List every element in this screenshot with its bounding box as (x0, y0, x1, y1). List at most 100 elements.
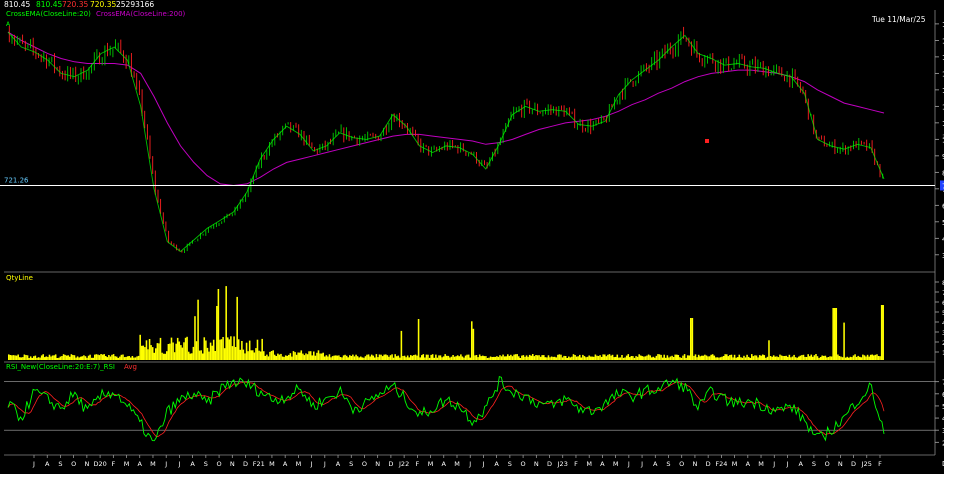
volume-bar (619, 357, 622, 360)
volume-bar (541, 355, 543, 360)
volume-bar (23, 354, 26, 360)
volume-bar (657, 354, 659, 360)
volume-bar (666, 355, 669, 360)
volume-bar (488, 357, 490, 360)
volume-bar (406, 355, 409, 360)
volume-bar (862, 354, 864, 360)
volume-bar (569, 357, 572, 360)
volume-bar (718, 357, 720, 360)
volume-bar (654, 357, 656, 360)
volume-bar (15, 355, 18, 360)
volume-bar (42, 354, 44, 360)
time-tick-label: J23 (557, 460, 568, 468)
volume-bar (233, 336, 235, 360)
volume-bar (508, 355, 511, 360)
volume-bar (818, 357, 820, 360)
volume-bar (815, 354, 817, 360)
volume-bar (882, 305, 884, 360)
volume-bar (28, 358, 30, 360)
volume-bar (649, 355, 651, 360)
volume-bar (480, 356, 482, 360)
volume-bar (294, 352, 296, 360)
volume-bar (395, 356, 398, 360)
time-tick-label: J (640, 460, 643, 468)
volume-bar (808, 356, 811, 360)
volume-bar (145, 340, 148, 360)
volume-bar (219, 339, 221, 360)
volume-bar (248, 340, 251, 360)
volume-bar (525, 355, 528, 360)
volume-bar (650, 357, 653, 360)
volume-bar (827, 357, 830, 360)
volume-bar (768, 340, 770, 360)
volume-bar (120, 354, 123, 360)
volume-bar (824, 355, 827, 360)
price-marker-dot (705, 139, 709, 143)
time-tick-label: J (310, 460, 313, 468)
volume-bar (352, 354, 354, 360)
volume-bar (621, 355, 623, 360)
time-tick-label: M (124, 460, 130, 468)
volume-bar (245, 342, 248, 360)
volume-bar (377, 357, 379, 360)
volume-bar (161, 352, 163, 360)
chart-canvas[interactable]: 810.45 810.45 720.35 720.35 25293166 Cro… (0, 0, 980, 474)
volume-bar (749, 357, 752, 360)
volume-bar (416, 355, 418, 360)
volume-bar (191, 353, 193, 360)
volume-bar (216, 306, 218, 360)
volume-bar (521, 355, 523, 360)
volume-bar (533, 356, 536, 360)
time-tick-label: O (825, 460, 830, 468)
volume-bar (111, 354, 113, 360)
time-tick-label: J (786, 460, 789, 468)
volume-bar (729, 355, 731, 360)
volume-bar (247, 351, 249, 360)
volume-bar (261, 338, 263, 360)
volume-bar (765, 357, 767, 360)
volume-bar (133, 357, 135, 360)
volume-bar (358, 357, 360, 360)
volume-bar (685, 357, 687, 360)
volume-bar (449, 357, 451, 360)
volume-bar (555, 357, 558, 360)
volume-bar (450, 356, 453, 360)
time-tick-label: M (428, 460, 434, 468)
volume-bar (410, 355, 412, 360)
volume-bar (195, 341, 198, 360)
volume-bar (374, 357, 376, 360)
volume-bar (225, 286, 227, 360)
volume-bar (463, 357, 465, 360)
time-tick-label: A (45, 460, 50, 468)
volume-bar (544, 357, 547, 360)
volume-bar (704, 354, 706, 360)
volume-bar (442, 356, 445, 360)
time-tick-label: M (269, 460, 275, 468)
volume-bar (97, 354, 99, 360)
volume-bar (62, 354, 65, 360)
volume-bar (701, 355, 703, 360)
volume-bar (735, 357, 737, 360)
volume-bar (114, 356, 116, 360)
volume-bar (76, 356, 79, 360)
date-label: Tue 11/Mar/25 (871, 15, 926, 24)
time-tick-label: A (283, 460, 288, 468)
volume-bar (72, 355, 74, 360)
volume-bar (344, 354, 346, 360)
volume-bar (430, 354, 432, 360)
volume-bar (726, 354, 728, 360)
volume-bar (314, 355, 317, 360)
volume-bar (325, 355, 328, 360)
volume-bar (591, 356, 594, 360)
volume-bar (397, 355, 400, 360)
volume-bar (780, 355, 783, 360)
volume-bar (641, 356, 644, 360)
volume-bar (284, 355, 287, 360)
volume-bar (539, 356, 542, 360)
volume-bar (777, 357, 780, 360)
volume-bar (419, 357, 421, 360)
volume-bar (283, 356, 285, 360)
volume-bar (553, 356, 556, 360)
indicator-legend: CrossEMA(CloseLine:20) CrossEMA(CloseLin… (6, 10, 186, 18)
volume-bar (172, 342, 174, 360)
